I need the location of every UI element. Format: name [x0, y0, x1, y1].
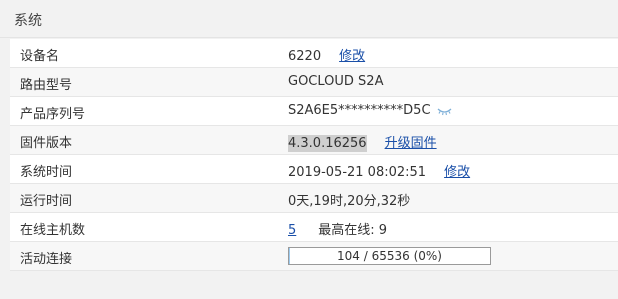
firmware-version-label: 固件版本: [20, 136, 73, 151]
serial-number-value: S2A6E5**********D5C: [288, 103, 431, 118]
serial-number-value-wrap: S2A6E5**********D5C: [288, 103, 452, 118]
row-device-name: 设备名 6220 修改: [10, 39, 618, 68]
device-name-value-wrap: 6220 修改: [288, 45, 365, 64]
router-model-label: 路由型号: [20, 78, 73, 93]
row-firmware-version: 固件版本 4.3.0.16256 升级固件: [10, 126, 618, 155]
online-hosts-label: 在线主机数: [20, 223, 86, 238]
serial-number-label: 产品序列号: [20, 107, 86, 122]
edit-device-name-link[interactable]: 修改: [339, 49, 365, 64]
upgrade-firmware-link[interactable]: 升级固件: [385, 136, 437, 151]
system-info-table: 设备名 6220 修改 路由型号 GOCLOUD S2A 产品序列号 S2A6E5…: [10, 39, 618, 271]
panel-header: 系统: [0, 0, 618, 38]
row-system-time: 系统时间 2019-05-21 08:02:51 修改: [10, 155, 618, 184]
device-name-value: 6220: [288, 49, 322, 64]
max-online-text: 最高在线: 9: [318, 223, 388, 238]
device-name-label: 设备名: [20, 49, 60, 64]
online-hosts-count-link[interactable]: 5: [288, 223, 296, 238]
firmware-version-value: 4.3.0.16256: [288, 135, 367, 152]
online-hosts-value-wrap: 5 最高在线: 9: [288, 219, 387, 238]
router-model-value: GOCLOUD S2A: [288, 74, 384, 89]
system-panel: 系统 设备名 6220 修改 路由型号 GOCLOUD S2A 产品序列号 S2A…: [0, 0, 618, 299]
eye-closed-icon[interactable]: [437, 105, 452, 115]
progress-text: 104 / 65536 (0%): [337, 249, 442, 263]
system-time-value-wrap: 2019-05-21 08:02:51 修改: [288, 161, 470, 180]
row-active-connections: 活动连接 104 / 65536 (0%): [10, 242, 618, 271]
system-time-label: 系统时间: [20, 165, 73, 180]
system-time-value: 2019-05-21 08:02:51: [288, 165, 427, 180]
panel-title: 系统: [14, 13, 42, 29]
uptime-value: 0天,19时,20分,32秒: [288, 194, 411, 209]
row-online-hosts: 在线主机数 5 最高在线: 9: [10, 213, 618, 242]
uptime-label: 运行时间: [20, 194, 73, 209]
row-router-model: 路由型号 GOCLOUD S2A: [10, 68, 618, 97]
edit-system-time-link[interactable]: 修改: [444, 165, 470, 180]
row-serial-number: 产品序列号 S2A6E5**********D5C: [10, 97, 618, 126]
active-connections-progress: 104 / 65536 (0%): [288, 247, 491, 265]
bottom-strip: [0, 285, 618, 299]
active-connections-label: 活动连接: [20, 252, 73, 267]
firmware-version-value-wrap: 4.3.0.16256 升级固件: [288, 132, 437, 152]
row-uptime: 运行时间 0天,19时,20分,32秒: [10, 184, 618, 213]
